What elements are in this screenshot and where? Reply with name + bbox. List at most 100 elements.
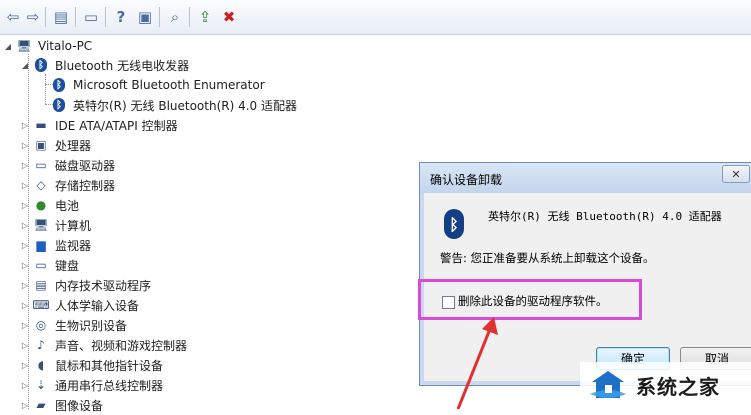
disk-drive-icon: ▭: [35, 158, 47, 172]
show-hide-console-tree-icon[interactable]: ▤: [50, 6, 72, 28]
tree-device-item[interactable]: ᛒ 英特尔(R) 无线 Bluetooth(R) 4.0 适配器: [51, 95, 297, 115]
tree-category-monitor[interactable]: ▷ ▆ 监视器: [21, 235, 91, 255]
expand-arrow-icon[interactable]: ▷: [21, 281, 29, 290]
tree-category-bluetooth[interactable]: ◢ ᛒ Bluetooth 无线电收发器: [21, 55, 189, 75]
expand-arrow-icon[interactable]: ▷: [21, 261, 29, 270]
expand-arrow-icon[interactable]: ▷: [21, 241, 29, 250]
tree-root[interactable]: ◢ 🖥 Vitalo-PC: [4, 36, 92, 56]
tree-category-disk[interactable]: ▷ ▭ 磁盘驱动器: [21, 155, 115, 175]
bluetooth-icon: ᛒ: [51, 77, 67, 93]
bluetooth-icon: ᛒ: [444, 209, 464, 239]
bluetooth-icon: ᛒ: [33, 57, 49, 73]
tree-category-label: 电池: [55, 198, 80, 213]
tree-category-processor[interactable]: ▷ ▣ 处理器: [21, 135, 91, 155]
warning-text: 警告: 您正准备要从系统上卸载这个设备。: [440, 251, 655, 265]
scan-hardware-icon[interactable]: ⌕: [164, 6, 186, 28]
tree-device-label: 英特尔(R) 无线 Bluetooth(R) 4.0 适配器: [73, 98, 297, 113]
expand-arrow-icon[interactable]: ▷: [21, 181, 29, 190]
tree-category-label: 磁盘驱动器: [55, 158, 116, 173]
tree-category-label: Bluetooth 无线电收发器: [55, 58, 190, 73]
expand-arrow-icon[interactable]: ▷: [21, 381, 29, 390]
tree-category-label: 生物识别设备: [55, 318, 128, 333]
action-pane-icon[interactable]: ▣: [134, 6, 156, 28]
tree-category-storage[interactable]: ▷ ◇ 存储控制器: [21, 175, 115, 195]
tree-category-label: 处理器: [55, 138, 92, 153]
update-driver-icon[interactable]: ⇪: [194, 6, 216, 28]
expand-arrow-icon[interactable]: ▷: [21, 161, 29, 170]
battery-icon: ●: [35, 198, 47, 212]
dialog-title: 确认设备卸载: [430, 173, 503, 187]
toolbar-separator: [159, 7, 160, 27]
tree-category-label: 内存技术驱动程序: [55, 278, 152, 293]
tree-category-label: 存储控制器: [55, 178, 116, 193]
dialog-title-bar[interactable]: 确认设备卸载 ✕: [420, 163, 751, 193]
collapse-arrow-icon[interactable]: ◢: [21, 61, 29, 70]
tree-category-biometric[interactable]: ▷ ◎ 生物识别设备: [21, 315, 127, 335]
tree-category-label: 监视器: [55, 238, 92, 253]
tree-category-label: 图像设备: [55, 398, 104, 413]
toolbar-separator: [189, 7, 190, 27]
expand-arrow-icon[interactable]: ▷: [21, 221, 29, 230]
tree-category-computer[interactable]: ▷ 🖥 计算机: [21, 215, 91, 235]
tree-category-label: 计算机: [55, 218, 92, 233]
back-arrow-icon[interactable]: ⇦: [2, 6, 24, 28]
tree-category-label: IDE ATA/ATAPI 控制器: [55, 118, 178, 133]
tree-root-label: Vitalo-PC: [38, 39, 93, 53]
toolbar: ⇦ ⇨ ▤ ▭ ? ▣ ⌕ ⇪ ✖: [0, 0, 751, 35]
processor-icon: ▣: [35, 138, 47, 152]
expand-arrow-icon[interactable]: ▷: [21, 341, 29, 350]
hid-icon: ⌨: [32, 298, 50, 312]
keyboard-icon: ▭: [35, 258, 47, 272]
tree-category-label: 人体学输入设备: [55, 298, 140, 313]
tree-device-label: Microsoft Bluetooth Enumerator: [73, 78, 265, 92]
usb-icon: ⇣: [35, 378, 47, 392]
close-icon: ✕: [731, 167, 741, 181]
toolbar-separator: [45, 7, 46, 27]
device-tree: ◢ 🖥 Vitalo-PC ◢ ᛒ Bluetooth 无线电收发器 ᛒ Mic…: [0, 36, 420, 413]
tree-category-label: 通用串行总线控制器: [55, 378, 164, 393]
monitor-icon: ▆: [36, 238, 46, 252]
properties-icon[interactable]: ▭: [80, 6, 102, 28]
expand-arrow-icon[interactable]: ▷: [21, 201, 29, 210]
tree-category-mouse[interactable]: ▷ ◖ 鼠标和其他指针设备: [21, 355, 163, 375]
watermark-logo-icon: [590, 371, 626, 398]
toolbar-separator: [75, 7, 76, 27]
watermark: 系统之家: [580, 362, 751, 409]
imaging-device-icon: ▰: [36, 398, 46, 412]
tree-device-item[interactable]: ᛒ Microsoft Bluetooth Enumerator: [51, 75, 265, 95]
storage-controller-icon: ◇: [36, 178, 46, 192]
tree-category-label: 鼠标和其他指针设备: [55, 358, 164, 373]
uninstall-device-icon[interactable]: ✖: [218, 6, 240, 28]
tree-category-battery[interactable]: ▷ ● 电池: [21, 195, 79, 215]
annotation-arrow-icon: [456, 317, 498, 409]
bluetooth-icon: ᛒ: [51, 97, 67, 113]
highlight-box: [418, 279, 642, 320]
expand-arrow-icon[interactable]: ▷: [21, 141, 29, 150]
tree-guide-line: [45, 74, 46, 104]
tree-category-hid[interactable]: ▷ ⌨ 人体学输入设备: [21, 295, 139, 315]
help-icon[interactable]: ?: [110, 6, 132, 28]
tree-category-usb[interactable]: ▷ ⇣ 通用串行总线控制器: [21, 375, 163, 395]
biometric-icon: ◎: [35, 318, 47, 332]
expand-arrow-icon[interactable]: ▷: [21, 301, 29, 310]
tree-category-sound[interactable]: ▷ ♪ 声音、视频和游戏控制器: [21, 335, 187, 355]
tree-category-imaging[interactable]: ▷ ▰ 图像设备: [21, 395, 103, 415]
tree-category-keyboard[interactable]: ▷ ▭ 键盘: [21, 255, 79, 275]
expand-arrow-icon[interactable]: ▷: [21, 361, 29, 370]
expand-arrow-icon[interactable]: ▷: [21, 321, 29, 330]
tree-category-memory[interactable]: ▷ ▤ 内存技术驱动程序: [21, 275, 151, 295]
toolbar-separator: [105, 7, 106, 27]
tree-category-ide[interactable]: ▷ ▬ IDE ATA/ATAPI 控制器: [21, 115, 178, 135]
mouse-icon: ◖: [37, 358, 45, 372]
close-button[interactable]: ✕: [722, 165, 750, 183]
collapse-arrow-icon[interactable]: ◢: [4, 42, 12, 51]
tree-category-label: 声音、视频和游戏控制器: [55, 338, 188, 353]
watermark-text: 系统之家: [636, 375, 720, 399]
computer-icon: 🖥: [16, 39, 32, 53]
ide-controller-icon: ▬: [35, 118, 47, 132]
sound-icon: ♪: [37, 338, 45, 352]
expand-arrow-icon[interactable]: ▷: [21, 401, 29, 410]
expand-arrow-icon[interactable]: ▷: [21, 121, 29, 130]
forward-arrow-icon[interactable]: ⇨: [22, 6, 44, 28]
memory-technology-icon: ▤: [35, 278, 47, 292]
